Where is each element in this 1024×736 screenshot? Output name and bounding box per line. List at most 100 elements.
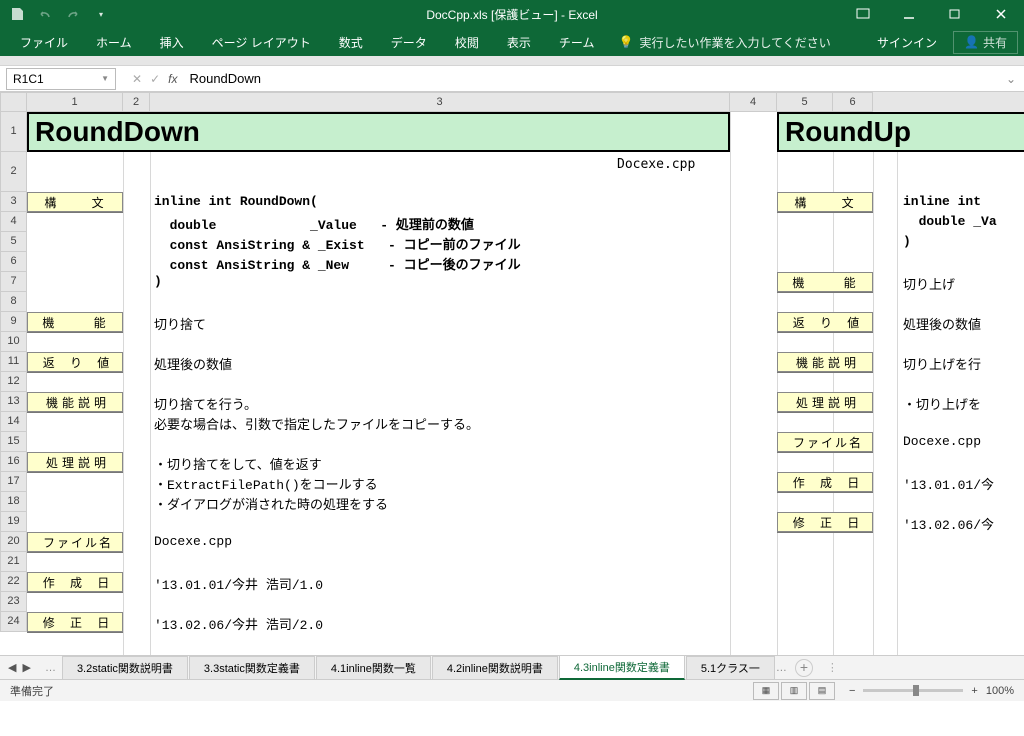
tab-data[interactable]: データ: [377, 30, 441, 55]
cell[interactable]: Docexe.cpp: [903, 434, 981, 449]
row-header[interactable]: 22: [0, 572, 27, 592]
minimize-icon[interactable]: [886, 0, 932, 28]
expand-formula-icon[interactable]: ⌄: [1006, 72, 1024, 86]
view-normal-icon[interactable]: ▦: [753, 682, 779, 700]
cell[interactable]: inline int: [903, 194, 981, 209]
cell[interactable]: 処理後の数値: [903, 314, 981, 333]
cancel-formula-icon[interactable]: ✕: [132, 72, 142, 86]
col-header[interactable]: 3: [150, 92, 730, 112]
col-header[interactable]: 4: [730, 92, 777, 112]
row-header[interactable]: 2: [0, 152, 27, 192]
cell[interactable]: ): [154, 274, 162, 289]
zoom-in-button[interactable]: +: [971, 685, 977, 697]
row-header[interactable]: 24: [0, 612, 27, 632]
row-header[interactable]: 12: [0, 372, 27, 392]
row-header[interactable]: 14: [0, 412, 27, 432]
cell[interactable]: '13.02.06/今: [903, 514, 994, 533]
spreadsheet-grid[interactable]: 1 2 3 4 5 6 1 2 3 4 5 6 7 8 9 10 11 12 1…: [0, 92, 1024, 655]
share-button[interactable]: 👤 共有: [953, 31, 1018, 54]
label-syntax[interactable]: 構 文: [27, 192, 123, 212]
cell[interactable]: ・切り捨てをして、値を返す: [154, 454, 322, 473]
cell[interactable]: const AnsiString & _Exist - コピー前のファイル: [154, 234, 521, 253]
zoom-slider[interactable]: [863, 689, 963, 692]
cell[interactable]: double _Va: [903, 214, 997, 229]
tab-view[interactable]: 表示: [493, 30, 545, 55]
tab-insert[interactable]: 挿入: [146, 30, 198, 55]
tab-review[interactable]: 校閲: [441, 30, 493, 55]
label-return[interactable]: 返 り 値: [27, 352, 123, 372]
cell[interactable]: ・ダイアログが消された時の処理をする: [154, 494, 388, 513]
cell[interactable]: Docexe.cpp: [154, 534, 232, 549]
maximize-icon[interactable]: [932, 0, 978, 28]
ribbon-display-icon[interactable]: [840, 0, 886, 28]
col-header[interactable]: 5: [777, 92, 833, 112]
cell[interactable]: 処理後の数値: [154, 354, 232, 373]
cell[interactable]: 切り上げを行: [903, 354, 981, 373]
tab-layout[interactable]: ページ レイアウト: [198, 30, 325, 55]
tab-formulas[interactable]: 数式: [325, 30, 377, 55]
chevron-down-icon[interactable]: ▼: [101, 74, 109, 83]
row-header[interactable]: 10: [0, 332, 27, 352]
sheet-tab[interactable]: 3.2static関数説明書: [62, 656, 188, 679]
sheet-nav-prev-icon[interactable]: ◀: [8, 661, 16, 674]
row-header[interactable]: 8: [0, 292, 27, 312]
row-header[interactable]: 23: [0, 592, 27, 612]
label-created[interactable]: 作 成 日: [777, 472, 873, 492]
cell[interactable]: 切り捨て: [154, 314, 206, 333]
row-header[interactable]: 20: [0, 532, 27, 552]
section-title[interactable]: RoundUp: [777, 112, 1024, 152]
zoom-out-button[interactable]: −: [849, 685, 855, 697]
label-modified[interactable]: 修 正 日: [27, 612, 123, 632]
sheet-overflow-icon[interactable]: …: [776, 662, 787, 674]
row-header[interactable]: 5: [0, 232, 27, 252]
label-function[interactable]: 機 能: [27, 312, 123, 332]
cell[interactable]: inline int RoundDown(: [154, 194, 318, 209]
tell-me-search[interactable]: 💡 実行したい作業を入力してください: [618, 34, 830, 51]
cell[interactable]: ・ExtractFilePath()をコールする: [154, 474, 378, 493]
section-title[interactable]: RoundDown: [27, 112, 730, 152]
sheet-tab[interactable]: 4.2inline関数説明書: [432, 656, 558, 679]
cell[interactable]: '13.01.01/今井 浩司/1.0: [154, 574, 323, 593]
row-header[interactable]: 17: [0, 472, 27, 492]
add-sheet-button[interactable]: +: [795, 659, 813, 677]
row-header[interactable]: 6: [0, 252, 27, 272]
label-created[interactable]: 作 成 日: [27, 572, 123, 592]
row-header[interactable]: 18: [0, 492, 27, 512]
cell[interactable]: ): [903, 234, 911, 249]
cell[interactable]: const AnsiString & _New - コピー後のファイル: [154, 254, 521, 273]
label-modified[interactable]: 修 正 日: [777, 512, 873, 532]
label-return[interactable]: 返 り 値: [777, 312, 873, 332]
row-header[interactable]: 21: [0, 552, 27, 572]
cell[interactable]: double _Value - 処理前の数値: [154, 214, 474, 233]
redo-icon[interactable]: [64, 5, 82, 23]
row-header[interactable]: 7: [0, 272, 27, 292]
tab-file[interactable]: ファイル: [6, 30, 82, 55]
sheet-tab[interactable]: 4.1inline関数一覧: [316, 656, 431, 679]
col-header[interactable]: 2: [123, 92, 150, 112]
signin-link[interactable]: サインイン: [877, 34, 937, 51]
sheet-nav-next-icon[interactable]: ▶: [22, 661, 30, 674]
tab-team[interactable]: チーム: [545, 30, 609, 55]
zoom-level[interactable]: 100%: [986, 685, 1014, 697]
row-header[interactable]: 1: [0, 112, 27, 152]
qat-customize-icon[interactable]: ▾: [92, 5, 110, 23]
formula-input[interactable]: RoundDown: [177, 71, 1006, 86]
col-header[interactable]: 1: [27, 92, 123, 112]
view-page-layout-icon[interactable]: ▥: [781, 682, 807, 700]
row-header[interactable]: 15: [0, 432, 27, 452]
label-desc[interactable]: 機能説明: [27, 392, 123, 412]
cell[interactable]: '13.02.06/今井 浩司/2.0: [154, 614, 323, 633]
row-header[interactable]: 13: [0, 392, 27, 412]
undo-icon[interactable]: [36, 5, 54, 23]
close-icon[interactable]: [978, 0, 1024, 28]
accept-formula-icon[interactable]: ✓: [150, 72, 160, 86]
cell[interactable]: ・切り上げを: [903, 394, 981, 413]
row-header[interactable]: 3: [0, 192, 27, 212]
row-header[interactable]: 19: [0, 512, 27, 532]
sheet-tab-active[interactable]: 4.3inline関数定義書: [559, 655, 685, 680]
sheet-nav-more[interactable]: …: [39, 662, 62, 674]
cell[interactable]: 必要な場合は、引数で指定したファイルをコピーする。: [154, 414, 479, 433]
label-proc[interactable]: 処理説明: [27, 452, 123, 472]
cell[interactable]: 切り捨てを行う。: [154, 394, 257, 413]
label-proc[interactable]: 処理説明: [777, 392, 873, 412]
